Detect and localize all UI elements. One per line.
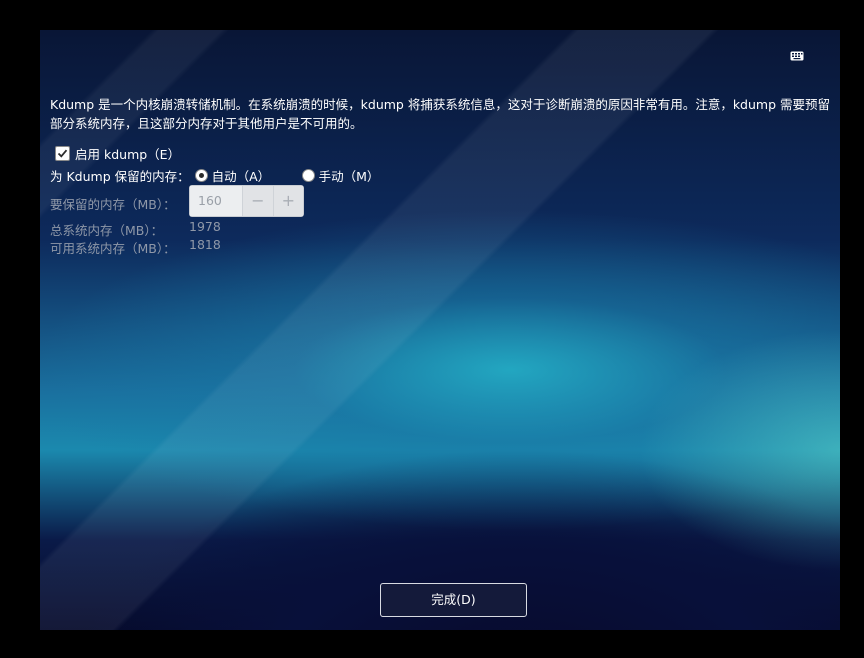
enable-kdump-row[interactable]: 启用 kdump（E） [50, 144, 180, 163]
enable-kdump-label[interactable]: 启用 kdump（E） [75, 144, 180, 163]
done-button[interactable]: 完成(D) [380, 583, 527, 617]
increment-button: + [272, 186, 303, 216]
reserve-memory-label: 为 Kdump 保留的内存： [50, 169, 190, 184]
reserve-memory-row: 为 Kdump 保留的内存： 自动（A） 手动（M） [50, 166, 379, 185]
radio-selected-dot [198, 173, 204, 178]
total-memory-value: 1978 [189, 219, 221, 234]
memory-reserve-stepper: 160 − + [189, 185, 304, 217]
description-line-1: Kdump 是一个内核崩溃转储机制。在系统崩溃的时候，kdump 将捕获系统信息… [50, 97, 831, 112]
usable-memory-label: 可用系统内存（MB）： [50, 241, 176, 256]
description-line-2: 部分系统内存，且这部分内存对于其他用户是不可用的。 [50, 116, 363, 131]
decrement-button: − [243, 186, 273, 216]
memory-to-reserve-label: 要保留的内存（MB）： [50, 197, 176, 212]
memory-reserve-value: 160 [190, 186, 244, 216]
kdump-description: Kdump 是一个内核崩溃转储机制。在系统崩溃的时候，kdump 将捕获系统信息… [50, 95, 840, 133]
enable-kdump-checkbox[interactable] [55, 146, 70, 161]
auto-radio-label[interactable]: 自动（A） [212, 166, 302, 185]
keyboard-icon[interactable] [790, 51, 804, 61]
total-memory-label: 总系统内存（MB）： [50, 223, 164, 238]
installer-screen: Kdump 是一个内核崩溃转储机制。在系统崩溃的时候，kdump 将捕获系统信息… [40, 30, 840, 630]
checkmark-icon [57, 149, 68, 158]
auto-radio[interactable] [194, 169, 208, 182]
manual-radio[interactable] [301, 169, 315, 182]
usable-memory-value: 1818 [189, 237, 221, 252]
manual-radio-label[interactable]: 手动（M） [319, 166, 380, 185]
